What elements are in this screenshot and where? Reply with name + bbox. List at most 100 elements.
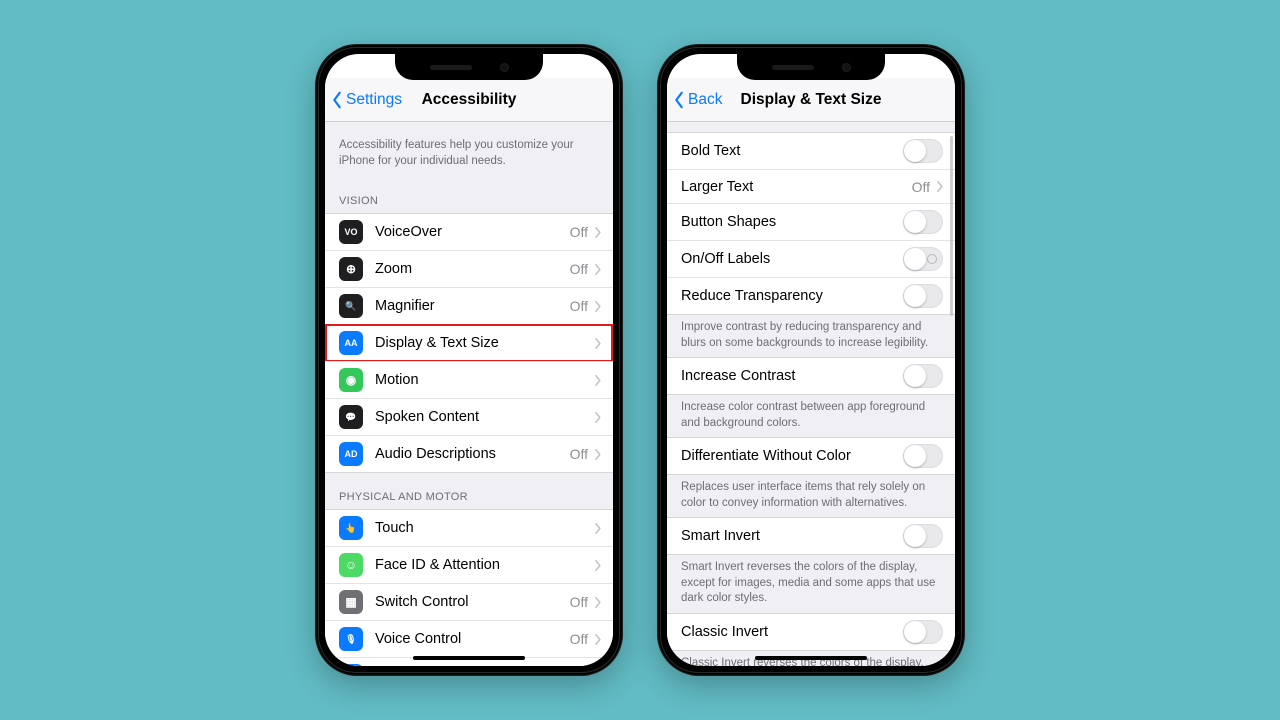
magnifier-icon: 🔍 (339, 294, 363, 318)
row-increase-contrast[interactable]: Increase Contrast (667, 358, 955, 394)
chevron-right-icon (594, 301, 601, 312)
chevron-right-icon (594, 597, 601, 608)
chevron-right-icon (594, 338, 601, 349)
row-value: Off (570, 446, 588, 462)
row-value: Off (570, 224, 588, 240)
spoken-icon: 💬 (339, 405, 363, 429)
toggle-reduce-trans[interactable] (903, 284, 943, 308)
row-label: On/Off Labels (681, 251, 903, 267)
chevron-left-icon (331, 91, 343, 109)
row-voiceover[interactable]: VO VoiceOverOff (325, 214, 613, 250)
section-note: Smart Invert reverses the colors of the … (667, 555, 955, 613)
chevron-right-icon (594, 523, 601, 534)
phone-right: Back Display & Text Size Bold Text Larger… (657, 44, 965, 676)
row-label: Button Shapes (681, 214, 903, 230)
row-switch-control[interactable]: ▦Switch ControlOff (325, 583, 613, 620)
row-value: Off (570, 631, 588, 647)
row-bold-text[interactable]: Bold Text (667, 133, 955, 169)
row-value: Off (912, 179, 930, 195)
back-button[interactable]: Back (673, 91, 722, 109)
phone-left: Settings Accessibility Accessibility fea… (315, 44, 623, 676)
toggle-classic-invert[interactable] (903, 620, 943, 644)
row-button-shapes[interactable]: Button Shapes (667, 203, 955, 240)
row-touch[interactable]: 👆 Touch (325, 510, 613, 546)
row-label: Magnifier (375, 298, 570, 314)
scrollbar[interactable] (950, 136, 953, 316)
switch-icon: ▦ (339, 590, 363, 614)
nav-bar: Back Display & Text Size (667, 78, 955, 122)
row-value: Off (570, 594, 588, 610)
row-voice-control[interactable]: 🎙 Voice ControlOff (325, 620, 613, 657)
chevron-right-icon (594, 227, 601, 238)
audio-desc-icon: AD (339, 442, 363, 466)
row-audio-desc[interactable]: AD Audio DescriptionsOff (325, 435, 613, 472)
row-spoken-content[interactable]: 💬 Spoken Content (325, 398, 613, 435)
row-value: Off (570, 298, 588, 314)
row-label: Classic Invert (681, 624, 903, 640)
row-label: Spoken Content (375, 409, 594, 425)
toggle-diff-without-color[interactable] (903, 444, 943, 468)
toggle-bold-text[interactable] (903, 139, 943, 163)
row-label: Audio Descriptions (375, 446, 570, 462)
chevron-right-icon (936, 181, 943, 192)
toggle-onoff-labels[interactable] (903, 247, 943, 271)
motion-icon: ◉ (339, 368, 363, 392)
row-smart-invert[interactable]: Smart Invert (667, 518, 955, 554)
touch-icon: 👆 (339, 516, 363, 540)
home-indicator (413, 656, 525, 660)
chevron-right-icon (594, 449, 601, 460)
section-header: PHYSICAL AND MOTOR (325, 473, 613, 509)
toggle-increase-contrast[interactable] (903, 364, 943, 388)
row-label: Voice Control (375, 631, 570, 647)
row-onoff-labels[interactable]: On/Off Labels (667, 240, 955, 277)
row-display-text[interactable]: AA Display & Text Size (325, 324, 613, 361)
intro-text: Accessibility features help you customiz… (325, 122, 613, 177)
toggle-smart-invert[interactable] (903, 524, 943, 548)
chevron-right-icon (594, 560, 601, 571)
row-reduce-trans[interactable]: Reduce Transparency (667, 277, 955, 314)
chevron-right-icon (594, 412, 601, 423)
row-label: Display & Text Size (375, 335, 594, 351)
content: Bold Text Larger TextOff Button Shapes On/O… (667, 122, 955, 666)
zoom-icon: ⊕ (339, 257, 363, 281)
page-title: Accessibility (422, 91, 517, 109)
row-value: Off (570, 261, 588, 277)
row-label: Bold Text (681, 143, 903, 159)
row-label: VoiceOver (375, 224, 570, 240)
side-button-icon: ▮ (339, 664, 363, 666)
section-note: Increase color contrast between app fore… (667, 395, 955, 437)
voice-ctrl-icon: 🎙 (339, 627, 363, 651)
chevron-right-icon (594, 264, 601, 275)
back-label: Settings (346, 91, 402, 109)
row-label: Motion (375, 372, 594, 388)
row-label: Zoom (375, 261, 570, 277)
row-label: Reduce Transparency (681, 288, 903, 304)
row-label: Smart Invert (681, 528, 903, 544)
nav-bar: Settings Accessibility (325, 78, 613, 122)
row-motion[interactable]: ◉ Motion (325, 361, 613, 398)
row-label: Face ID & Attention (375, 557, 594, 573)
text-size-icon: AA (339, 331, 363, 355)
row-larger-text[interactable]: Larger TextOff (667, 169, 955, 203)
notch (395, 54, 543, 80)
row-label: Differentiate Without Color (681, 448, 903, 464)
section-note: Replaces user interface items that rely … (667, 475, 955, 517)
row-diff-without-color[interactable]: Differentiate Without Color (667, 438, 955, 474)
notch (737, 54, 885, 80)
voiceover-icon: VO (339, 220, 363, 244)
home-indicator (755, 656, 867, 660)
chevron-left-icon (673, 91, 685, 109)
toggle-button-shapes[interactable] (903, 210, 943, 234)
row-label: Touch (375, 520, 594, 536)
row-classic-invert[interactable]: Classic Invert (667, 614, 955, 650)
content: Accessibility features help you customiz… (325, 122, 613, 666)
section-header: VISION (325, 177, 613, 213)
chevron-right-icon (594, 634, 601, 645)
back-button[interactable]: Settings (331, 91, 402, 109)
row-label: Larger Text (681, 179, 912, 195)
row-label: Increase Contrast (681, 368, 903, 384)
row-zoom[interactable]: ⊕ ZoomOff (325, 250, 613, 287)
row-faceid[interactable]: ☺Face ID & Attention (325, 546, 613, 583)
page-title: Display & Text Size (741, 91, 882, 109)
row-magnifier[interactable]: 🔍 MagnifierOff (325, 287, 613, 324)
